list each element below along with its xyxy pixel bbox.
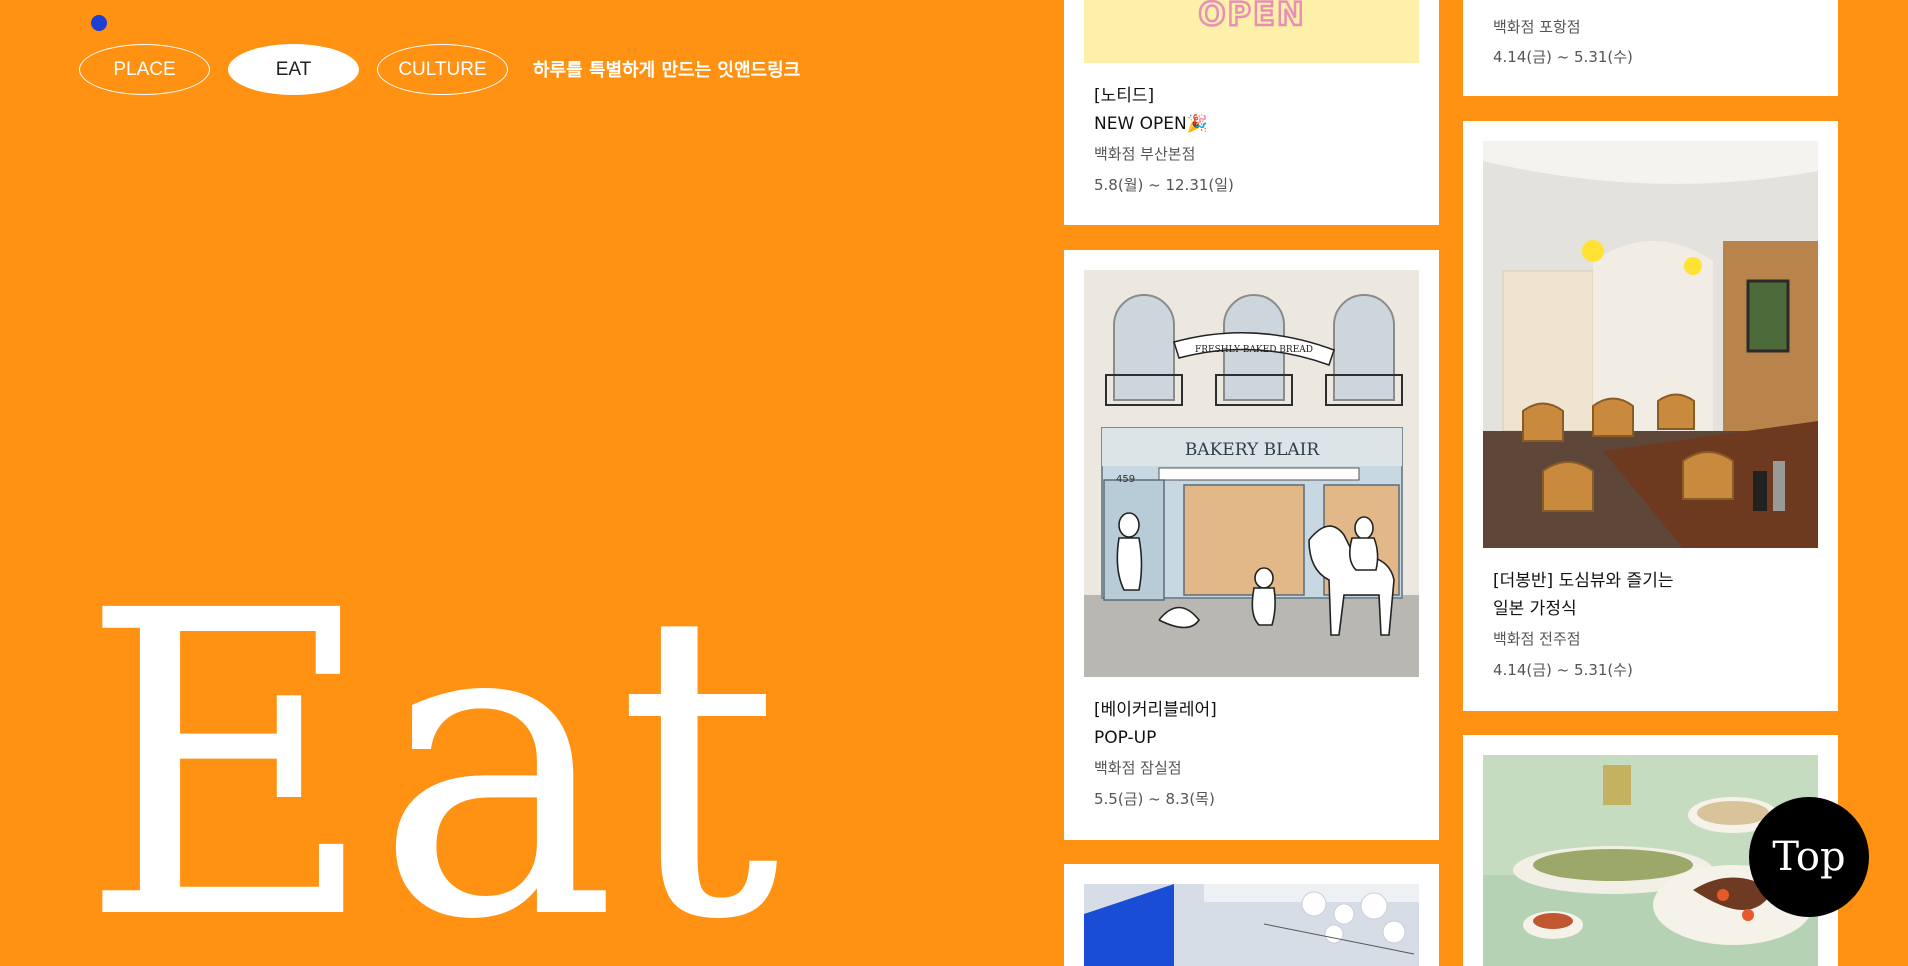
banner-text: FRESHLY BAKED BREAD [1195,345,1313,355]
card-dates: 4.14(금) ~ 5.31(수) [1493,48,1633,66]
page-background: PLACE EAT CULTURE 하루를 특별하게 만드는 잇앤드링크 Eat… [0,0,1908,966]
scroll-top-button[interactable]: Top [1749,797,1869,917]
shop-sign-text: BAKERY BLAIR [1185,440,1321,460]
event-card-noted[interactable]: OPEN [노티드] NEW OPEN🎉 백화점 부산본점 5.8(월) ~ 1… [1064,0,1439,225]
event-card-deobongban[interactable]: [더봉반] 도심뷰와 즐기는 일본 가정식 백화점 전주점 4.14(금) ~ … [1463,121,1838,711]
card-title-line2: POP-UP [1094,728,1157,748]
card-store: 백화점 부산본점 [1094,145,1196,163]
event-card-pohang[interactable]: 백화점 포항점 4.14(금) ~ 5.31(수) [1463,0,1838,96]
hero-title-text: Eat [80,560,782,920]
card-title-line1: [더봉반] 도심뷰와 즐기는 [1493,571,1674,591]
card-dates: 5.8(월) ~ 12.31(일) [1094,176,1234,194]
card-title-line2: 일본 가정식 [1493,599,1577,619]
card-title-line1: [베이커리블레어] [1094,700,1217,720]
event-card-3[interactable] [1064,864,1439,966]
tagline: 하루를 특별하게 만드는 잇앤드링크 [533,60,801,81]
card-title-line1: [노티드] [1094,86,1155,106]
card-dates: 4.14(금) ~ 5.31(수) [1493,661,1633,679]
card-store: 백화점 포항점 [1493,18,1581,36]
hero-title: Eat [80,560,782,920]
event-card-bakery-blair[interactable]: FRESHLY BAKED BREAD BAKERY BLAIR 459 [베이… [1064,250,1439,840]
card-image-3 [1084,884,1419,966]
nav-place-button[interactable]: PLACE [79,44,210,95]
card-image-deobongban [1483,141,1818,548]
nav-eat-button[interactable]: EAT [228,44,359,95]
card-dates: 5.5(금) ~ 8.3(목) [1094,790,1215,808]
card-store: 백화점 잠실점 [1094,759,1182,777]
card-image-noted: OPEN [1084,0,1419,63]
door-number-text: 459 [1116,474,1135,485]
card-image-bakery-blair: FRESHLY BAKED BREAD BAKERY BLAIR 459 [1084,270,1419,677]
nav-culture-button[interactable]: CULTURE [377,44,508,95]
indicator-dot [91,15,107,31]
card-store: 백화점 전주점 [1493,630,1581,648]
card-title-line2: NEW OPEN🎉 [1094,114,1208,134]
open-sign-text: OPEN [1198,0,1305,33]
